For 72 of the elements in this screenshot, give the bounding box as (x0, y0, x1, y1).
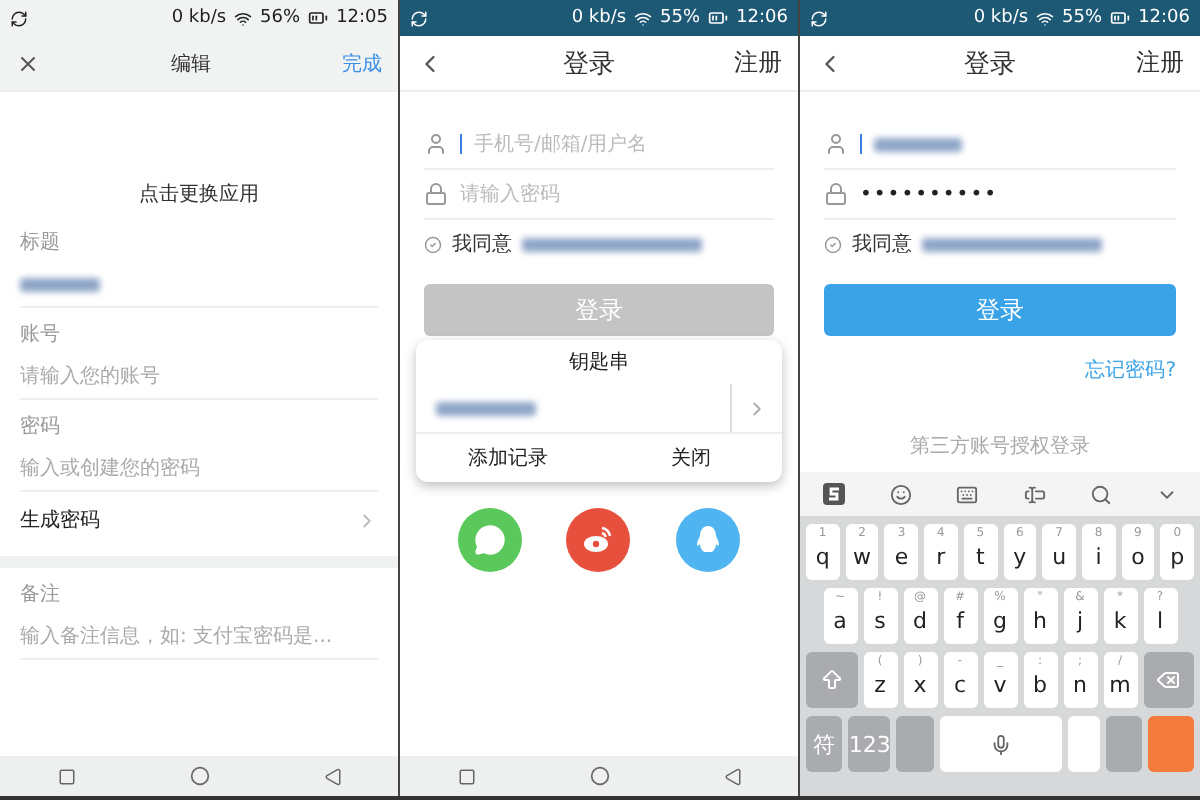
generate-password-row[interactable]: 生成密码 (0, 492, 398, 548)
register-button[interactable]: 注册 (1136, 46, 1184, 80)
field-label: 密码 (20, 413, 62, 440)
keyboard-key[interactable] (1148, 716, 1195, 772)
field-label: 备注 (20, 581, 62, 608)
lock-icon (424, 182, 448, 206)
wifi-icon (634, 9, 653, 27)
person-icon (424, 132, 448, 156)
change-app-link[interactable]: 点击更换应用 (139, 180, 259, 208)
home-icon[interactable] (189, 766, 209, 786)
third-party-login-label: 第三方账号授权登录 (910, 433, 1090, 460)
chat-bubble-icon (474, 524, 507, 556)
swirl-login-button[interactable] (566, 508, 631, 572)
shift-icon (819, 668, 844, 692)
field-label: 账号 (20, 321, 62, 348)
blurred-account[interactable] (436, 401, 536, 415)
check-circle-icon[interactable] (824, 235, 842, 253)
close-icon[interactable] (16, 51, 40, 75)
check-circle-icon[interactable] (424, 235, 442, 253)
clock-time: 12:06 (1138, 8, 1190, 28)
clock-time: 12:05 (336, 8, 388, 28)
battery-percent: 56% (260, 8, 301, 28)
back-icon[interactable] (723, 767, 741, 785)
agreement-text: 我同意 (852, 231, 912, 258)
search-icon[interactable] (1089, 483, 1112, 505)
popup-title: 钥匙串 (569, 349, 629, 378)
field-label: 标题 (20, 229, 62, 256)
swirl-logo-icon (582, 524, 615, 556)
battery-percent: 55% (1062, 8, 1103, 28)
sync-icon (10, 9, 28, 27)
battery-icon (708, 8, 729, 28)
keyboard-key[interactable] (939, 716, 1063, 772)
penguin-icon (693, 524, 722, 556)
wifi-icon (1036, 9, 1055, 27)
lock-icon (824, 182, 848, 206)
keyboard-key[interactable] (1105, 716, 1142, 772)
battery-percent: 55% (660, 8, 701, 28)
screen-title: 编辑 (169, 51, 213, 77)
register-button[interactable]: 注册 (734, 46, 782, 80)
s-logo-icon[interactable] (822, 482, 847, 506)
person-icon (824, 132, 848, 156)
screen-title: 登录 (962, 47, 1018, 81)
sync-icon (810, 9, 828, 27)
penguin-login-button[interactable] (675, 508, 740, 572)
battery-icon (308, 8, 329, 28)
keyboard-key[interactable] (806, 652, 857, 708)
battery-icon (1110, 8, 1131, 28)
blurred-link[interactable] (922, 237, 1102, 251)
screen-title: 登录 (561, 47, 617, 81)
backspace-icon (1156, 668, 1181, 692)
home-icon[interactable] (589, 766, 609, 786)
back-icon[interactable] (323, 767, 341, 785)
popup-button[interactable]: 关闭 (599, 434, 782, 482)
agreement-text: 我同意 (452, 231, 512, 258)
microphone-icon (990, 733, 1013, 755)
network-speed: 0 kb/s (171, 8, 227, 28)
blurred-link[interactable] (522, 237, 702, 251)
emoji-icon[interactable] (890, 483, 913, 505)
keyboard-key[interactable] (1143, 652, 1194, 708)
blurred-text (20, 277, 100, 291)
keyboard-icon[interactable] (956, 483, 979, 505)
recent-apps-icon[interactable] (457, 767, 475, 785)
popup-button[interactable]: 添加记录 (416, 434, 599, 482)
wifi-icon (234, 9, 253, 27)
chat-login-button[interactable] (458, 508, 523, 572)
network-speed: 0 kb/s (973, 8, 1029, 28)
network-speed: 0 kb/s (571, 8, 627, 28)
sync-icon (410, 9, 428, 27)
recent-apps-icon[interactable] (57, 767, 75, 785)
clock-time: 12:06 (736, 8, 788, 28)
input-field[interactable]: •••••••••• (824, 170, 1176, 220)
cursor-icon[interactable] (1023, 483, 1046, 505)
